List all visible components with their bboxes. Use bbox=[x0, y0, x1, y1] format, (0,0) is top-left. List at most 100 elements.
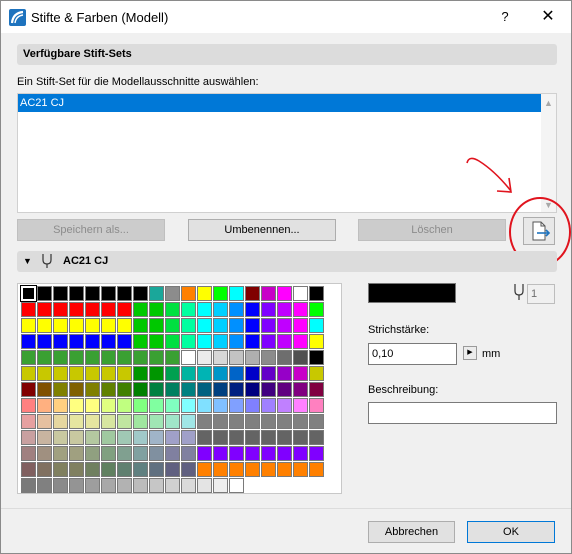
pen-color-swatch[interactable] bbox=[69, 350, 84, 365]
pen-color-swatch[interactable] bbox=[213, 462, 228, 477]
pen-color-swatch[interactable] bbox=[37, 366, 52, 381]
cancel-button[interactable]: Abbrechen bbox=[368, 521, 455, 543]
close-button[interactable]: ✕ bbox=[537, 7, 559, 27]
pen-color-swatch[interactable] bbox=[309, 382, 324, 397]
pen-color-swatch[interactable] bbox=[21, 382, 36, 397]
pen-color-swatch[interactable] bbox=[245, 430, 260, 445]
thickness-stepper[interactable]: ▶ bbox=[463, 346, 477, 360]
pen-color-swatch[interactable] bbox=[197, 334, 212, 349]
pen-color-swatch[interactable] bbox=[181, 334, 196, 349]
pen-color-swatch[interactable] bbox=[213, 302, 228, 317]
pen-color-swatch[interactable] bbox=[69, 302, 84, 317]
pen-color-swatch[interactable] bbox=[69, 446, 84, 461]
pen-color-swatch[interactable] bbox=[149, 462, 164, 477]
pen-color-swatch[interactable] bbox=[85, 414, 100, 429]
pen-color-swatch[interactable] bbox=[293, 318, 308, 333]
pen-color-swatch[interactable] bbox=[165, 430, 180, 445]
pen-color-swatch[interactable] bbox=[229, 478, 244, 493]
pen-color-swatch[interactable] bbox=[213, 446, 228, 461]
pen-color-swatch[interactable] bbox=[309, 366, 324, 381]
pen-color-swatch[interactable] bbox=[149, 446, 164, 461]
pen-color-swatch[interactable] bbox=[21, 398, 36, 413]
pen-color-swatch[interactable] bbox=[53, 462, 68, 477]
pen-color-swatch[interactable] bbox=[85, 446, 100, 461]
pen-color-swatch[interactable] bbox=[197, 366, 212, 381]
pen-color-swatch[interactable] bbox=[197, 446, 212, 461]
pen-color-swatch[interactable] bbox=[213, 430, 228, 445]
pen-color-swatch[interactable] bbox=[149, 334, 164, 349]
pen-color-swatch[interactable] bbox=[181, 318, 196, 333]
pen-color-swatch[interactable] bbox=[165, 318, 180, 333]
pen-color-swatch[interactable] bbox=[53, 414, 68, 429]
pen-color-swatch[interactable] bbox=[37, 382, 52, 397]
scroll-up-icon[interactable]: ▲ bbox=[544, 98, 553, 108]
pen-color-swatch[interactable] bbox=[21, 350, 36, 365]
pen-color-swatch[interactable] bbox=[133, 446, 148, 461]
pen-color-swatch[interactable] bbox=[85, 462, 100, 477]
pen-color-swatch[interactable] bbox=[117, 286, 132, 301]
pen-color-swatch[interactable] bbox=[293, 430, 308, 445]
pen-color-swatch[interactable] bbox=[181, 478, 196, 493]
pen-color-swatch[interactable] bbox=[53, 286, 68, 301]
pen-color-swatch[interactable] bbox=[181, 382, 196, 397]
pen-color-swatch[interactable] bbox=[229, 334, 244, 349]
pen-color-swatch[interactable] bbox=[37, 462, 52, 477]
pen-color-swatch[interactable] bbox=[149, 382, 164, 397]
pen-color-swatch[interactable] bbox=[277, 462, 292, 477]
pen-color-swatch[interactable] bbox=[21, 430, 36, 445]
pen-color-swatch[interactable] bbox=[309, 334, 324, 349]
pen-color-swatch[interactable] bbox=[197, 430, 212, 445]
pen-color-swatch[interactable] bbox=[277, 318, 292, 333]
delete-button[interactable]: Löschen bbox=[358, 219, 506, 241]
pen-color-swatch[interactable] bbox=[293, 350, 308, 365]
pen-color-swatch[interactable] bbox=[181, 430, 196, 445]
pen-color-swatch[interactable] bbox=[69, 478, 84, 493]
thickness-input[interactable]: 0,10 bbox=[368, 343, 457, 365]
pen-color-swatch[interactable] bbox=[149, 286, 164, 301]
pen-color-swatch[interactable] bbox=[229, 430, 244, 445]
pen-color-swatch[interactable] bbox=[101, 398, 116, 413]
pen-color-swatch[interactable] bbox=[277, 382, 292, 397]
pen-color-swatch[interactable] bbox=[149, 478, 164, 493]
pen-color-swatch[interactable] bbox=[133, 430, 148, 445]
pen-color-swatch[interactable] bbox=[20, 285, 37, 302]
pen-color-swatch[interactable] bbox=[53, 446, 68, 461]
pen-color-swatch[interactable] bbox=[21, 302, 36, 317]
pen-color-swatch[interactable] bbox=[197, 302, 212, 317]
pen-color-swatch[interactable] bbox=[277, 366, 292, 381]
pen-color-swatch[interactable] bbox=[149, 366, 164, 381]
pen-color-swatch[interactable] bbox=[53, 350, 68, 365]
pen-color-swatch[interactable] bbox=[117, 478, 132, 493]
pen-color-swatch[interactable] bbox=[85, 430, 100, 445]
pen-color-swatch[interactable] bbox=[197, 318, 212, 333]
pen-color-swatch[interactable] bbox=[149, 414, 164, 429]
pen-color-swatch[interactable] bbox=[277, 334, 292, 349]
pen-color-swatch[interactable] bbox=[213, 398, 228, 413]
pen-color-swatch[interactable] bbox=[245, 414, 260, 429]
pen-color-swatch[interactable] bbox=[293, 334, 308, 349]
pen-color-swatch[interactable] bbox=[37, 334, 52, 349]
pen-color-swatch[interactable] bbox=[229, 286, 244, 301]
pen-color-swatch[interactable] bbox=[85, 334, 100, 349]
pen-color-swatch[interactable] bbox=[261, 302, 276, 317]
pen-color-swatch[interactable] bbox=[53, 334, 68, 349]
pen-color-swatch[interactable] bbox=[53, 366, 68, 381]
pen-color-swatch[interactable] bbox=[277, 430, 292, 445]
pen-color-swatch[interactable] bbox=[37, 302, 52, 317]
pen-color-swatch[interactable] bbox=[101, 350, 116, 365]
pen-color-swatch[interactable] bbox=[261, 430, 276, 445]
pen-color-swatch[interactable] bbox=[293, 414, 308, 429]
pen-color-swatch[interactable] bbox=[293, 382, 308, 397]
pen-color-swatch[interactable] bbox=[133, 366, 148, 381]
pen-color-swatch[interactable] bbox=[261, 366, 276, 381]
pen-color-swatch[interactable] bbox=[197, 382, 212, 397]
pen-color-swatch[interactable] bbox=[181, 286, 196, 301]
ok-button[interactable]: OK bbox=[467, 521, 555, 543]
pen-color-swatch[interactable] bbox=[165, 414, 180, 429]
pen-color-swatch[interactable] bbox=[245, 398, 260, 413]
pen-color-preview[interactable] bbox=[368, 283, 456, 303]
pen-color-swatch[interactable] bbox=[229, 366, 244, 381]
pen-color-swatch[interactable] bbox=[261, 334, 276, 349]
pen-color-swatch[interactable] bbox=[293, 366, 308, 381]
pen-color-swatch[interactable] bbox=[165, 398, 180, 413]
